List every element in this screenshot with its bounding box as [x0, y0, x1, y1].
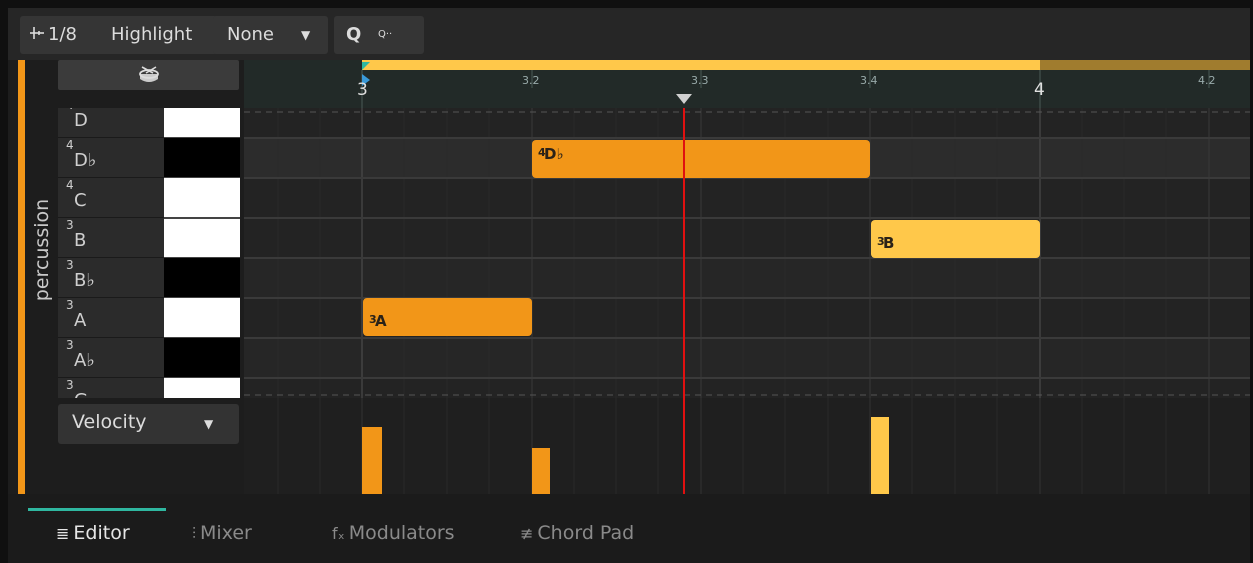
chevron-down-icon: ▼ — [204, 417, 214, 431]
tab-chord-pad[interactable]: ≢ Chord Pad — [520, 518, 634, 548]
velocity-bar-a3[interactable] — [362, 427, 382, 494]
window-frame-left — [0, 0, 8, 563]
piano-key-d4[interactable] — [164, 108, 240, 138]
chevron-down-icon: ▼ — [301, 28, 311, 42]
note-label-b3: B3 — [877, 234, 895, 252]
track-name: percussion — [24, 120, 60, 380]
velocity-dropdown-label: Velocity — [72, 411, 147, 433]
key-row-ab3[interactable]: A♭ 3 — [58, 338, 164, 378]
playhead-line[interactable] — [683, 108, 685, 398]
key-names-column: D4 D♭4 C4 B3 B♭3 A3 A♭3 G3 — [58, 108, 164, 398]
key-row-d4[interactable]: D4 — [58, 108, 164, 138]
ruler-ticks — [361, 62, 1210, 108]
note-label-a3: A3 — [369, 312, 387, 330]
chord-pad-icon: ≢ — [520, 524, 534, 543]
note-label-db4: D♭ 4 — [538, 145, 564, 163]
tab-mixer[interactable]: ⫶ Mixer — [192, 518, 252, 548]
key-row-a3[interactable]: A3 — [58, 298, 164, 338]
piano-keys — [164, 108, 240, 398]
timeline-ruler[interactable]: 3 3.2 3.3 3.4 4 4.2 — [244, 60, 1250, 108]
quantize-options-button[interactable]: Q·· — [378, 16, 392, 54]
modulators-icon: fₓ — [332, 524, 345, 543]
tab-editor[interactable]: ≣ Editor — [56, 518, 130, 548]
playhead-line-velocity — [683, 398, 685, 494]
beat-label-3-2: 3.2 — [522, 74, 540, 87]
beat-label-4-2: 4.2 — [1198, 74, 1216, 87]
quantize-group: Q Q·· — [334, 16, 424, 54]
drum-mode-toggle[interactable] — [58, 60, 239, 90]
key-row-c4[interactable]: C4 — [58, 178, 164, 218]
key-row-b3[interactable]: B3 — [58, 218, 164, 258]
tab-modulators[interactable]: fₓ Modulators — [332, 518, 455, 548]
highlight-value: None — [227, 24, 274, 45]
track-name-text: percussion — [31, 198, 53, 302]
velocity-lane[interactable] — [244, 398, 1250, 494]
piano-roll-grid[interactable]: D♭ 4 B3 A3 — [244, 108, 1250, 398]
beat-label-3-4: 3.4 — [860, 74, 878, 87]
velocity-bar-db4[interactable] — [532, 448, 550, 494]
piano-key-c4[interactable] — [164, 178, 240, 218]
active-tab-indicator — [28, 508, 166, 511]
piano-key-ab3[interactable] — [164, 338, 240, 378]
highlight-label: Highlight — [111, 24, 193, 45]
piano-key-g3[interactable] — [164, 378, 240, 398]
quantize-button[interactable]: Q — [346, 16, 361, 54]
velocity-grid — [277, 398, 1210, 494]
velocity-bar-b3[interactable] — [871, 417, 889, 494]
highlight-dropdown[interactable]: None ▼ — [213, 16, 328, 54]
snap-value[interactable]: 1/8 — [48, 16, 77, 54]
drum-icon — [139, 66, 159, 82]
key-row-db4[interactable]: D♭ 4 — [58, 138, 164, 178]
note-a3[interactable]: A3 — [363, 298, 532, 336]
playhead-triangle-icon[interactable] — [676, 94, 692, 104]
editor-toolbar: 1/8 Highlight None ▼ Q Q·· — [8, 8, 1250, 60]
velocity-dropdown[interactable]: Velocity ▼ — [58, 404, 239, 444]
piano-key-a3[interactable] — [164, 298, 240, 338]
mixer-icon: ⫶ — [192, 524, 197, 543]
key-row-g3[interactable]: G3 — [58, 378, 164, 398]
key-row-bb3[interactable]: B♭ 3 — [58, 258, 164, 298]
note-b3[interactable]: B3 — [871, 220, 1040, 258]
beat-label-3-3: 3.3 — [691, 74, 709, 87]
bar-label-3: 3 — [357, 80, 368, 100]
bottom-panel-tabs: ≣ Editor ⫶ Mixer fₓ Modulators ≢ Chord Pad — [8, 494, 1250, 563]
snap-highlight-group: 1/8 Highlight — [20, 16, 217, 54]
editor-icon: ≣ — [56, 524, 70, 543]
loop-start-marker[interactable] — [362, 62, 370, 70]
bar-label-4: 4 — [1034, 80, 1045, 100]
snap-grid-icon[interactable] — [28, 16, 46, 54]
note-db4[interactable]: D♭ 4 — [532, 140, 870, 178]
piano-key-b3[interactable] — [164, 218, 240, 258]
window-frame-top — [0, 0, 1253, 8]
piano-key-bb3[interactable] — [164, 258, 240, 298]
piano-key-db4[interactable] — [164, 138, 240, 178]
